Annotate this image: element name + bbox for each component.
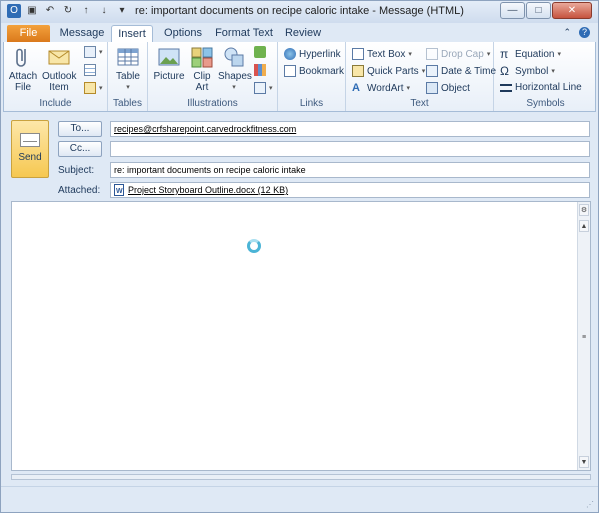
tab-format-text[interactable]: Format Text [212, 25, 276, 43]
picture-button[interactable]: Picture [152, 45, 186, 82]
pi-icon: π [500, 47, 509, 61]
status-bar: ⋰ [1, 486, 598, 512]
tab-review[interactable]: Review [281, 25, 325, 43]
chart-button[interactable] [254, 64, 266, 76]
horizontal-line-button[interactable]: Horizontal Line [500, 82, 582, 93]
object-button[interactable]: Object [426, 82, 470, 94]
table-button[interactable]: Table ▾ [112, 45, 144, 93]
hyperlink-button[interactable]: Hyperlink [284, 48, 341, 60]
smartart-button[interactable] [254, 46, 266, 58]
wordart-button[interactable]: A WordArt ▾ [352, 82, 410, 94]
minimize-button[interactable]: — [500, 2, 525, 19]
tab-message[interactable]: Message [57, 25, 107, 43]
paperclip-icon [16, 48, 26, 67]
screenshot-button[interactable]: ▾ [254, 82, 273, 94]
table-dropdown-icon: ▾ [126, 84, 130, 91]
group-symbols: π Equation ▾ Ω Symbol ▾ Horizontal Line Symb… [500, 47, 582, 109]
collapse-ribbon-icon[interactable]: ⌃ [563, 27, 571, 38]
scroll-down-icon[interactable]: ▼ [579, 456, 589, 468]
calendar-button[interactable] [84, 64, 96, 76]
signature-button[interactable]: ▾ [84, 82, 103, 94]
ribbon: Attach File Outlook Item ▾ ▾ Include Tab… [3, 42, 596, 112]
text-box-icon [352, 48, 364, 60]
outlook-item-button[interactable]: Outlook Item [42, 45, 76, 93]
globe-link-icon [284, 48, 296, 60]
symbol-button[interactable]: Ω Symbol ▾ [500, 65, 555, 77]
group-illustrations: Picture Clip Art Shapes ▾ ▾ Illustration… [148, 42, 278, 111]
vertical-scrollbar[interactable]: ⚙ ▲ ≡ ▼ [577, 202, 590, 470]
omega-icon: Ω [500, 64, 509, 78]
equation-button[interactable]: π Equation ▾ [500, 48, 561, 60]
ruler-toggle-icon[interactable]: ⚙ [579, 204, 589, 216]
subject-label: Subject: [58, 165, 95, 176]
horizontal-line-icon [500, 83, 512, 92]
subject-field[interactable]: re: important documents on recipe calori… [110, 162, 590, 178]
smartart-icon [254, 46, 266, 58]
title-bar: O ▣ ↶ ↻ ↑ ↓ ▾ re: important documents on… [1, 1, 598, 23]
attach-file-button[interactable]: Attach File [8, 45, 38, 93]
cc-field[interactable] [110, 141, 590, 157]
object-icon [426, 82, 438, 94]
to-button[interactable]: To... [58, 121, 102, 137]
resize-grip-icon[interactable]: ⋰ [586, 500, 594, 509]
text-box-button[interactable]: Text Box ▾ [352, 48, 412, 60]
screenshot-icon [254, 82, 266, 94]
bookmark-icon [284, 65, 296, 77]
quick-parts-button[interactable]: Quick Parts ▾ [352, 65, 425, 77]
calendar-clock-icon [426, 65, 438, 77]
tab-file[interactable]: File [7, 25, 50, 43]
close-button[interactable]: ✕ [552, 2, 592, 19]
maximize-button[interactable]: □ [526, 2, 551, 19]
attachment-field[interactable]: Project Storyboard Outline.docx (12 KB) [110, 182, 590, 199]
bookmark-button[interactable]: Bookmark [284, 65, 344, 77]
loading-spinner-icon [247, 239, 261, 253]
chart-icon [254, 64, 266, 76]
shapes-icon [224, 47, 244, 67]
send-envelope-icon [20, 133, 40, 147]
ribbon-tabs: File Message Insert Options Format Text … [1, 23, 598, 43]
business-card-button[interactable]: ▾ [84, 46, 103, 58]
cc-button[interactable]: Cc... [58, 141, 102, 157]
send-button[interactable]: Send [11, 120, 49, 178]
picture-icon [158, 48, 180, 66]
group-tables: Table ▾ Tables [108, 42, 148, 111]
wordart-icon: A [352, 82, 360, 94]
scroll-grip-icon[interactable]: ≡ [579, 332, 589, 344]
signature-icon [84, 82, 96, 94]
shapes-button[interactable]: Shapes ▾ [218, 45, 252, 93]
date-time-button[interactable]: Date & Time [426, 65, 496, 77]
group-links: Hyperlink Bookmark Links [278, 42, 346, 111]
help-icon[interactable]: ? [579, 27, 590, 38]
to-field[interactable]: recipes@crfsharepoint.carvedrockfitness.… [110, 121, 590, 137]
quick-parts-icon [352, 65, 364, 77]
shapes-dropdown-icon: ▾ [232, 84, 236, 91]
business-card-icon [84, 46, 96, 58]
group-text: Text Box ▾ Quick Parts ▾ A WordArt ▾ Drop Ca… [346, 42, 496, 111]
table-icon [117, 48, 139, 66]
clip-art-icon [191, 47, 213, 68]
drop-cap-icon [426, 48, 438, 60]
attachment-link[interactable]: Project Storyboard Outline.docx (12 KB) [128, 185, 288, 195]
outlook-message-window: O ▣ ↶ ↻ ↑ ↓ ▾ re: important documents on… [0, 0, 599, 513]
to-recipient[interactable]: recipes@crfsharepoint.carvedrockfitness.… [114, 124, 296, 134]
word-document-icon [114, 184, 124, 199]
horizontal-scrollbar[interactable] [11, 474, 591, 480]
tab-insert[interactable]: Insert [111, 25, 153, 43]
tab-options[interactable]: Options [159, 25, 207, 43]
message-body[interactable]: ⚙ ▲ ≡ ▼ [11, 201, 591, 471]
group-include: Attach File Outlook Item ▾ ▾ Include [4, 42, 108, 111]
attached-label: Attached: [58, 185, 101, 196]
envelope-icon [48, 50, 70, 65]
clip-art-button[interactable]: Clip Art [188, 45, 216, 93]
scroll-up-icon[interactable]: ▲ [579, 220, 589, 232]
calendar-icon [84, 64, 96, 76]
drop-cap-button: Drop Cap ▾ [426, 48, 490, 60]
